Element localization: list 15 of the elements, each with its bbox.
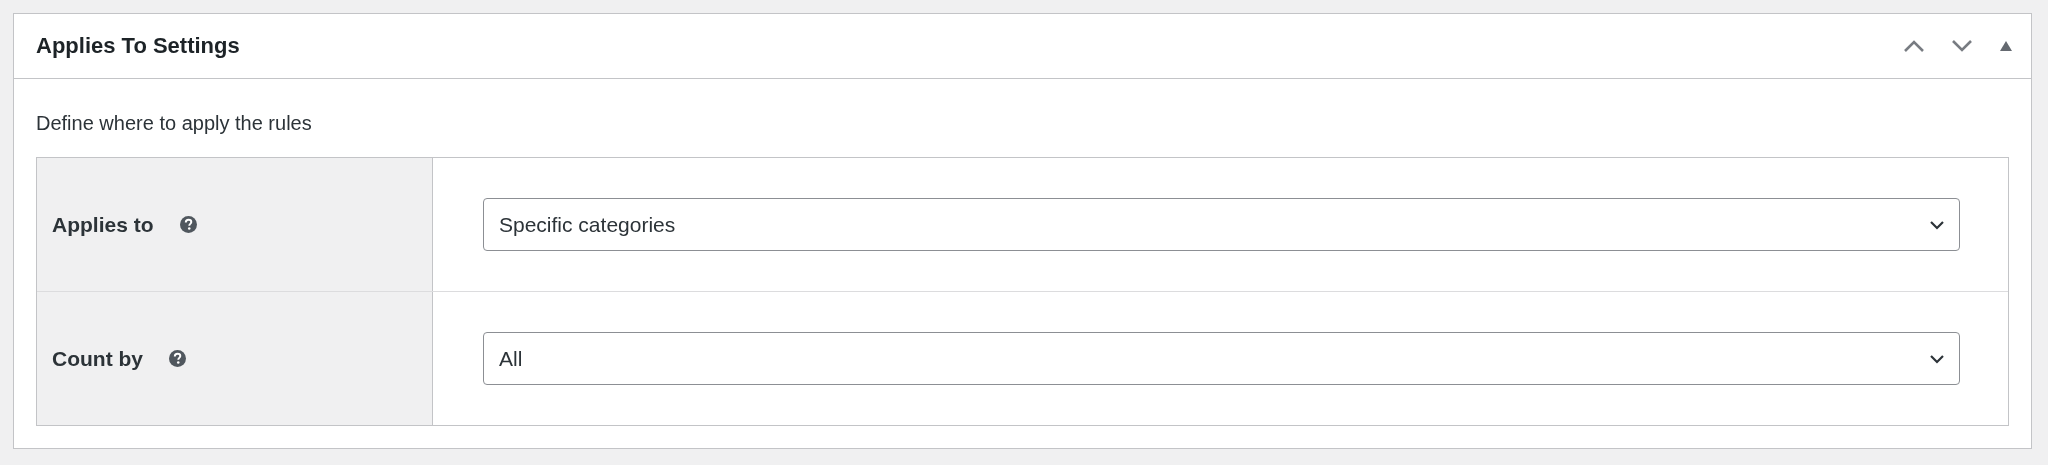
dropdown-field[interactable]: Specific categories <box>483 198 1960 251</box>
help-icon[interactable] <box>179 216 197 233</box>
panel-title: Applies To Settings <box>36 33 240 59</box>
dropdown-field[interactable]: All <box>483 332 1960 385</box>
field-label: Applies to <box>52 212 154 237</box>
dropdown-value: All <box>499 346 523 371</box>
help-icon[interactable] <box>169 350 186 367</box>
chevron-down-icon <box>1929 219 1945 230</box>
chevron-up-icon <box>1903 39 1925 53</box>
chevron-down-icon <box>1929 353 1945 364</box>
dropdown-value: Specific categories <box>499 212 676 237</box>
panel-description: Define where to apply the rules <box>36 111 313 136</box>
triangle-up-icon <box>1999 40 2013 52</box>
chevron-down-icon <box>1951 39 1973 53</box>
field-label: Count by <box>52 346 143 371</box>
